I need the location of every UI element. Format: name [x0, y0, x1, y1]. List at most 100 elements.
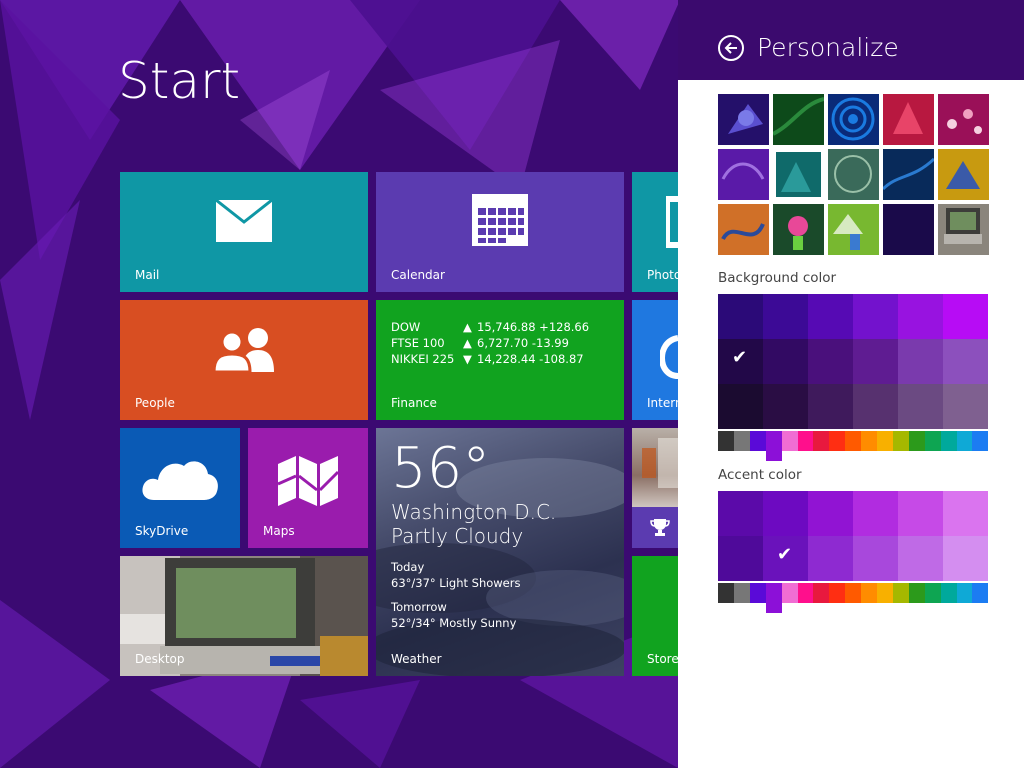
background-color-swatch[interactable]: [898, 384, 943, 429]
accent-color-swatch[interactable]: [763, 491, 808, 536]
pattern-thumb-13[interactable]: [828, 204, 879, 255]
pattern-thumb-8[interactable]: [828, 149, 879, 200]
people-icon: [212, 328, 274, 372]
accent-hue-swatch[interactable]: [781, 583, 798, 603]
accent-hue-swatch[interactable]: [908, 583, 925, 603]
accent-hue-swatch[interactable]: [765, 583, 782, 613]
background-hue-swatch[interactable]: [813, 431, 830, 451]
accent-color-swatch[interactable]: [718, 491, 763, 536]
background-color-swatch[interactable]: [898, 339, 943, 384]
tile-games[interactable]: [632, 507, 678, 548]
tile-weather[interactable]: 56° Washington D.C. Partly Cloudy Today …: [376, 428, 624, 676]
finance-row-ftse: FTSE 100 ▲ 6,727.70 -13.99: [391, 336, 569, 350]
background-color-swatch[interactable]: [898, 294, 943, 339]
accent-hue-swatch[interactable]: [861, 583, 878, 603]
background-hue-swatch[interactable]: [765, 431, 782, 461]
weather-today-label: Today: [391, 560, 425, 574]
accent-hue-swatch[interactable]: [718, 583, 734, 603]
accent-hue-swatch[interactable]: [749, 583, 766, 603]
tile-internet-explorer[interactable]: Intern: [632, 300, 678, 420]
background-color-swatch[interactable]: [943, 294, 988, 339]
accent-color-swatch[interactable]: [808, 536, 853, 581]
pattern-thumb-2[interactable]: [773, 94, 824, 145]
accent-hue-swatch[interactable]: [877, 583, 893, 603]
background-hue-swatch[interactable]: [718, 431, 734, 451]
accent-hue-swatch[interactable]: [924, 583, 941, 603]
background-hue-swatch[interactable]: [861, 431, 878, 451]
accent-color-swatch[interactable]: [808, 491, 853, 536]
background-hue-swatch[interactable]: [908, 431, 925, 451]
accent-color-swatch[interactable]: [898, 491, 943, 536]
background-color-swatch[interactable]: ✔: [718, 339, 763, 384]
background-color-swatch[interactable]: [763, 339, 808, 384]
background-color-swatch[interactable]: [718, 294, 763, 339]
tile-store[interactable]: Store: [632, 556, 678, 676]
background-hue-swatch[interactable]: [924, 431, 941, 451]
weather-tomorrow-label: Tomorrow: [391, 600, 447, 614]
tile-mail[interactable]: Mail: [120, 172, 368, 292]
pattern-thumb-3[interactable]: [828, 94, 879, 145]
pattern-thumb-4[interactable]: [883, 94, 934, 145]
tile-calendar[interactable]: Calendar: [376, 172, 624, 292]
accent-hue-swatch[interactable]: [797, 583, 814, 603]
tile-store-label: Store: [647, 652, 678, 666]
pattern-thumb-10[interactable]: [938, 149, 989, 200]
background-hue-swatch[interactable]: [797, 431, 814, 451]
pattern-thumb-11[interactable]: [718, 204, 769, 255]
background-color-swatch[interactable]: [763, 294, 808, 339]
pattern-thumb-15[interactable]: [938, 204, 989, 255]
tile-people[interactable]: People: [120, 300, 368, 420]
background-hue-swatch[interactable]: [892, 431, 909, 451]
accent-color-swatch[interactable]: [718, 536, 763, 581]
background-color-swatch[interactable]: [808, 339, 853, 384]
pattern-thumb-1[interactable]: [718, 94, 769, 145]
accent-color-swatch[interactable]: [943, 536, 988, 581]
background-hue-swatch[interactable]: [940, 431, 957, 451]
back-button[interactable]: [718, 35, 744, 61]
accent-hue-swatch[interactable]: [940, 583, 957, 603]
accent-hue-swatch[interactable]: [845, 583, 862, 603]
pattern-thumb-6[interactable]: [718, 149, 769, 200]
background-color-swatch[interactable]: [808, 384, 853, 429]
accent-hue-swatch[interactable]: [972, 583, 989, 603]
background-hue-swatch[interactable]: [972, 431, 989, 451]
accent-color-swatch[interactable]: [853, 491, 898, 536]
accent-color-swatch[interactable]: [943, 491, 988, 536]
background-hue-swatch[interactable]: [956, 431, 973, 451]
accent-color-swatch[interactable]: ✔: [763, 536, 808, 581]
tile-maps[interactable]: Maps: [248, 428, 368, 548]
background-color-swatch[interactable]: [763, 384, 808, 429]
background-color-swatch[interactable]: [808, 294, 853, 339]
background-color-swatch[interactable]: [943, 339, 988, 384]
background-hue-swatch[interactable]: [733, 431, 750, 451]
accent-hue-swatch[interactable]: [892, 583, 909, 603]
background-color-swatch[interactable]: [853, 294, 898, 339]
accent-color-swatch[interactable]: [853, 536, 898, 581]
tile-desktop[interactable]: Desktop: [120, 556, 368, 676]
tile-photo-live[interactable]: [632, 428, 678, 507]
accent-hue-swatch[interactable]: [733, 583, 750, 603]
tile-photos[interactable]: Photo: [632, 172, 678, 292]
background-hue-swatch[interactable]: [829, 431, 846, 451]
background-color-swatch[interactable]: [943, 384, 988, 429]
accent-hue-swatch[interactable]: [813, 583, 830, 603]
background-color-swatch[interactable]: [853, 339, 898, 384]
background-hue-swatch[interactable]: [845, 431, 862, 451]
pattern-thumb-9[interactable]: [883, 149, 934, 200]
background-hue-swatch[interactable]: [877, 431, 893, 451]
tile-finance[interactable]: DOW ▲ 15,746.88 +128.66 FTSE 100 ▲ 6,727.70 …: [376, 300, 624, 420]
background-color-swatch[interactable]: [853, 384, 898, 429]
background-color-swatch[interactable]: [718, 384, 763, 429]
pattern-thumb-7[interactable]: [773, 149, 824, 200]
tile-ie-label: Intern: [647, 396, 678, 410]
tile-skydrive[interactable]: SkyDrive: [120, 428, 240, 548]
pattern-thumb-14[interactable]: [883, 204, 934, 255]
background-hue-swatch[interactable]: [781, 431, 798, 451]
accent-hue-swatch[interactable]: [829, 583, 846, 603]
pattern-thumb-12[interactable]: [773, 204, 824, 255]
accent-color-swatch[interactable]: [898, 536, 943, 581]
accent-hue-swatch[interactable]: [956, 583, 973, 603]
accent-color-grid: ✔: [718, 491, 988, 581]
pattern-thumb-5[interactable]: [938, 94, 989, 145]
background-hue-swatch[interactable]: [749, 431, 766, 451]
